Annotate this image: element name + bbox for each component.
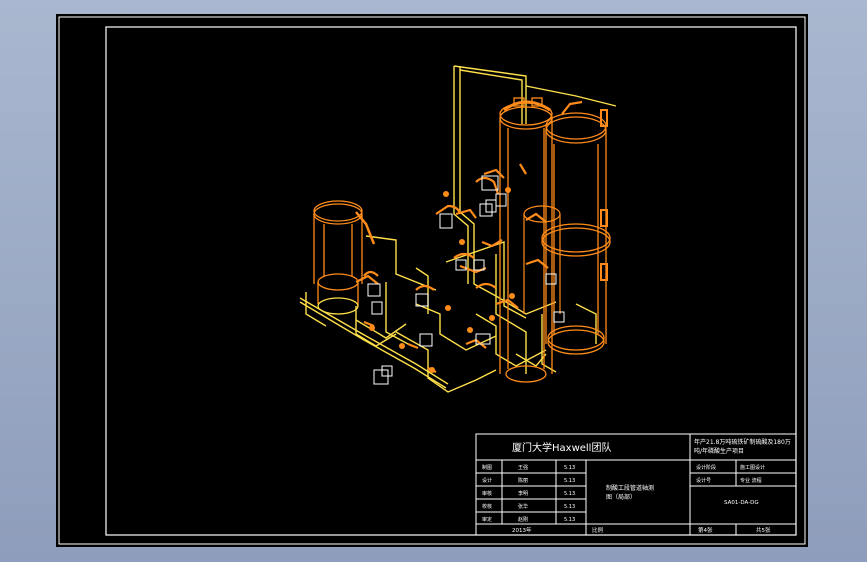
row-date: 5.13: [564, 517, 575, 523]
year-label: 2013年: [512, 526, 532, 534]
row-date: 5.13: [564, 491, 575, 497]
row-role: 设计: [482, 477, 492, 484]
project-title-line1: 年产21.8万吨硫铁矿制硫酸及180万: [694, 438, 791, 446]
row-role: 制图: [482, 464, 492, 471]
row-name: 赵刚: [518, 516, 528, 523]
row-date: 5.13: [564, 465, 575, 471]
team-name: 厦门大学Haxwell团队: [512, 441, 611, 454]
vessel-icon: [313, 200, 376, 315]
row-date: 5.13: [564, 478, 575, 484]
drawing-name-line1: 制酸工段管道轴测: [606, 484, 654, 492]
row-date: 5.13: [564, 504, 575, 510]
right-row-left: 设计阶段: [696, 464, 716, 471]
drawing-border-inner: [105, 26, 797, 536]
row-name: 张华: [518, 503, 528, 510]
row-role: 审核: [482, 490, 492, 497]
sheet-total: 共5张: [756, 526, 771, 534]
drawing-border-outer: [58, 16, 806, 545]
sheet-number: 第4张: [698, 526, 713, 534]
pipe-icon: [299, 65, 617, 393]
row-name: 李明: [518, 490, 528, 497]
row-role: 审定: [482, 516, 492, 523]
row-name: 王强: [518, 465, 528, 471]
row-name: 陈丽: [518, 477, 528, 484]
project-title-line2: 吨/年磷酸生产项目: [694, 447, 744, 455]
cad-drawing: 厦门大学Haxwell团队 年产21.8万吨硫铁矿制硫酸及180万 吨/年磷酸生…: [58, 16, 806, 545]
row-role: 校核: [482, 503, 492, 510]
piping-isometric[interactable]: [299, 65, 617, 393]
right-row-right: 施工图设计: [740, 464, 765, 471]
cad-viewport[interactable]: 厦门大学Haxwell团队 年产21.8万吨硫铁矿制硫酸及180万 吨/年磷酸生…: [56, 14, 808, 547]
scale-label: 比例: [592, 526, 604, 534]
pipe-icon: [369, 187, 515, 373]
drawing-number: SA01-DA-DG: [724, 500, 759, 506]
right-row-left: 设计号: [696, 477, 711, 484]
drawing-name-line2: 图（局部）: [606, 493, 636, 501]
right-row-right: 专业 流程: [740, 477, 762, 484]
